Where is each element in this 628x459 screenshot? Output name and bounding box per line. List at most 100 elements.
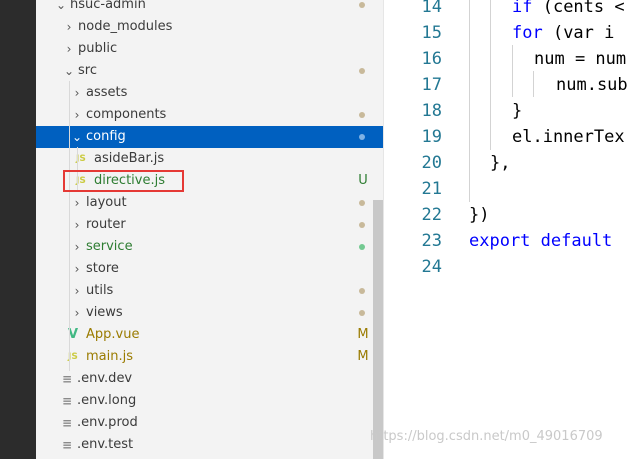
chevron-down-icon[interactable]: ⌄	[72, 126, 82, 148]
chevron-right-icon[interactable]: ›	[72, 82, 82, 104]
tree-item-node-modules[interactable]: › node_modules	[36, 16, 383, 38]
chevron-right-icon[interactable]: ›	[72, 214, 82, 236]
code-text: num.sub	[556, 75, 628, 95]
code-keyword: for	[512, 23, 543, 43]
code-line: }	[512, 98, 522, 124]
tree-item-label: config	[86, 129, 126, 144]
git-status-dot	[359, 112, 365, 118]
tree-item-env-prod[interactable]: ≡ .env.prod	[36, 412, 383, 434]
line-number: 14	[421, 0, 442, 17]
git-status-dot	[359, 244, 365, 250]
git-status-dot	[359, 2, 365, 8]
code-editor[interactable]: 14 if (cents < 15 for (var i 16 num = num 17 nu…	[384, 0, 628, 459]
settings-file-icon: ≡	[62, 372, 73, 386]
indent-guide-1	[469, 0, 470, 202]
chevron-right-icon[interactable]: ›	[72, 192, 82, 214]
tree-item-label: src	[78, 63, 97, 78]
settings-file-icon: ≡	[62, 416, 73, 430]
tree-item-label: store	[86, 261, 119, 276]
line-number: 21	[421, 179, 442, 199]
tree-item-asidebar-js[interactable]: JS asideBar.js	[36, 148, 383, 170]
tree-item-label: views	[86, 305, 123, 320]
tree-item-router[interactable]: › router	[36, 214, 383, 236]
line-number: 19	[421, 127, 442, 147]
code-line: export default	[469, 228, 612, 254]
code-keyword: export default	[469, 231, 613, 251]
indent-guide-3	[512, 45, 513, 97]
git-status-dot	[359, 200, 365, 206]
activity-bar	[0, 0, 36, 459]
settings-file-icon: ≡	[62, 438, 73, 452]
chevron-right-icon[interactable]: ›	[72, 280, 82, 302]
tree-item-env-dev[interactable]: ≡ .env.dev	[36, 368, 383, 390]
explorer-panel: ⌄ hsuc-admin › node_modules › public ⌄ src › asse…	[36, 0, 383, 459]
code-text: })	[469, 205, 490, 225]
line-number: 18	[421, 101, 442, 121]
tree-item-views[interactable]: › views	[36, 302, 383, 324]
tree-item-layout[interactable]: › layout	[36, 192, 383, 214]
chevron-right-icon[interactable]: ›	[72, 104, 82, 126]
code-text: (cents <	[532, 0, 625, 17]
tree-item-config[interactable]: ⌄ config	[36, 126, 383, 148]
tree-item-label: public	[78, 41, 118, 56]
tree-item-label: .env.test	[77, 437, 134, 452]
tree-item-service[interactable]: › service	[36, 236, 383, 258]
code-text: }	[512, 101, 523, 121]
tree-item-store[interactable]: › store	[36, 258, 383, 280]
tree-item-assets[interactable]: › assets	[36, 82, 383, 104]
line-number: 23	[421, 231, 442, 251]
tree-item-env-long[interactable]: ≡ .env.long	[36, 390, 383, 412]
tree-item-main-js[interactable]: JS main.js M	[36, 346, 383, 368]
tree-item-label: node_modules	[78, 19, 173, 34]
tree-item-components[interactable]: › components	[36, 104, 383, 126]
line-number: 16	[421, 49, 442, 69]
chevron-right-icon[interactable]: ›	[72, 236, 82, 258]
git-status-dot	[359, 288, 365, 294]
tree-item-label: hsuc-admin	[70, 0, 146, 12]
git-status-dot	[359, 222, 365, 228]
tree-item-label: .env.dev	[77, 371, 133, 386]
untracked-badge: U	[358, 173, 368, 188]
tree-item-public[interactable]: › public	[36, 38, 383, 60]
chevron-right-icon[interactable]: ›	[72, 258, 82, 280]
tree-item-label: assets	[86, 85, 128, 100]
explorer-scrollbar[interactable]	[373, 200, 383, 459]
code-line: },	[490, 150, 510, 176]
tree-item-label: utils	[86, 283, 114, 298]
line-number: 22	[421, 205, 442, 225]
git-status-dot	[359, 134, 365, 140]
chevron-down-icon[interactable]: ⌄	[56, 0, 66, 16]
code-text: },	[490, 153, 511, 173]
chevron-right-icon[interactable]: ›	[72, 302, 82, 324]
tree-item-label: asideBar.js	[94, 151, 165, 166]
code-line: for (var i	[512, 20, 614, 46]
tree-item-utils[interactable]: › utils	[36, 280, 383, 302]
tree-item-label: service	[86, 239, 133, 254]
tree-item-label: .env.prod	[77, 415, 138, 430]
code-line: })	[469, 202, 489, 228]
indent-guide-src	[69, 81, 70, 371]
git-status-dot	[359, 310, 365, 316]
tree-item-label: .env.long	[77, 393, 137, 408]
indent-guide-4	[533, 71, 534, 97]
chevron-right-icon[interactable]: ›	[64, 16, 74, 38]
modified-badge: M	[357, 327, 369, 342]
line-number: 24	[421, 257, 442, 277]
code-text: num = num	[534, 49, 627, 69]
tree-item-label: components	[86, 107, 167, 122]
line-number: 15	[421, 23, 442, 43]
git-status-dot	[359, 68, 365, 74]
watermark: https://blog.csdn.net/m0_49016709	[370, 429, 603, 444]
tree-item-src[interactable]: ⌄ src	[36, 60, 383, 82]
tree-item-label: router	[86, 217, 126, 232]
tree-item-label: layout	[86, 195, 127, 210]
settings-file-icon: ≡	[62, 394, 73, 408]
tree-item-app-vue[interactable]: V App.vue M	[36, 324, 383, 346]
chevron-right-icon[interactable]: ›	[64, 38, 74, 60]
code-text: (var i	[542, 23, 615, 43]
code-line: if (cents <	[512, 0, 625, 20]
chevron-down-icon[interactable]: ⌄	[64, 60, 74, 82]
tree-item-env-test[interactable]: ≡ .env.test	[36, 434, 383, 456]
code-line: el.innerTex	[512, 124, 625, 150]
tree-item-hsuc-admin[interactable]: ⌄ hsuc-admin	[36, 0, 383, 16]
